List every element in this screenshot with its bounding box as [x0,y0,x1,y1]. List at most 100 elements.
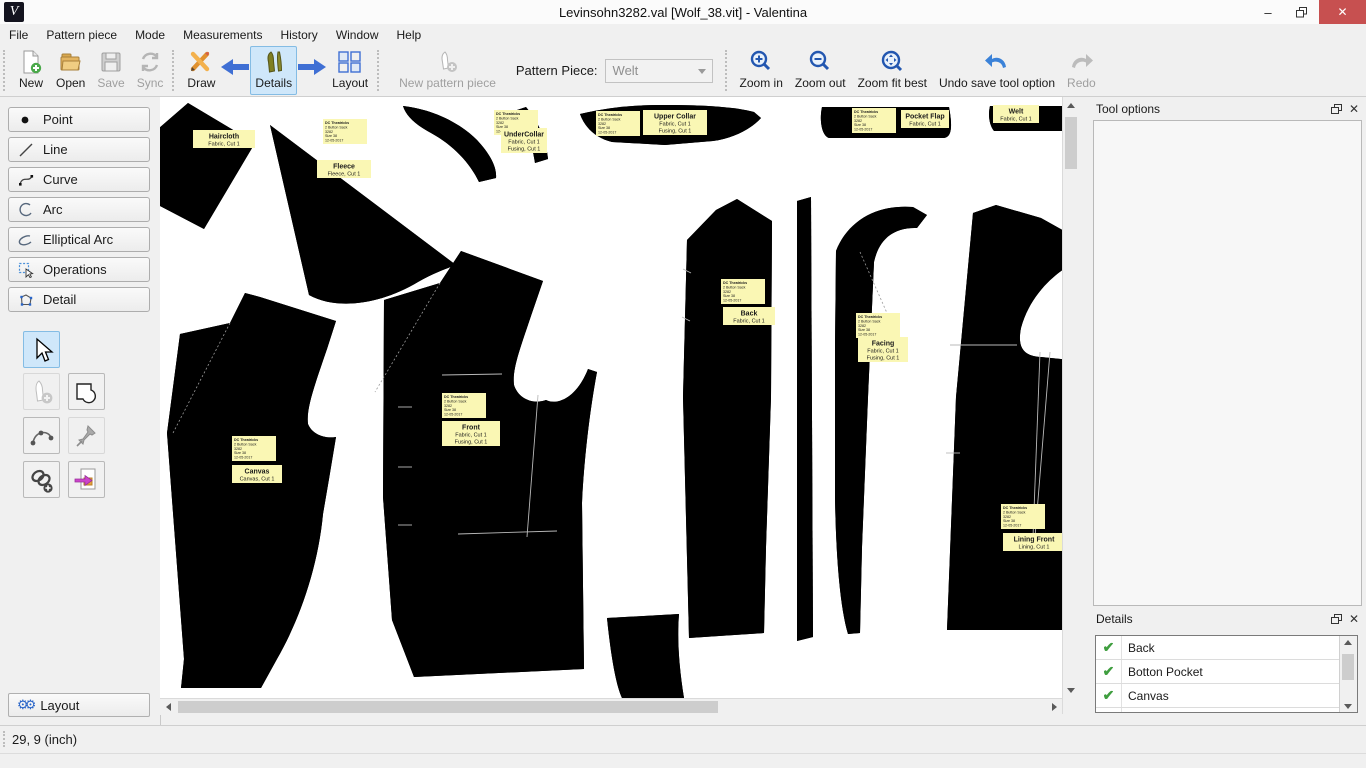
menu-pattern-piece[interactable]: Pattern piece [37,24,126,45]
minimize-button[interactable]: – [1251,0,1285,24]
close-button[interactable]: ✕ [1319,0,1366,24]
svg-text:Fabric, Cut 1: Fabric, Cut 1 [508,140,539,146]
undo-button[interactable]: Undo save tool option [934,46,1060,95]
save-button[interactable]: Save [92,46,129,95]
svg-text:3282: 3282 [723,290,731,294]
details-scroll-thumb[interactable] [1342,654,1354,680]
svg-text:Size 38: Size 38 [1003,519,1015,523]
menu-help[interactable]: Help [388,24,431,45]
scroll-left-arrow[interactable] [160,699,176,715]
new-pattern-piece-icon [435,49,461,75]
menu-history[interactable]: History [271,24,326,45]
redo-button[interactable]: Redo [1062,46,1101,95]
add-detail-tool[interactable] [23,373,60,410]
menu-window[interactable]: Window [327,24,388,45]
pattern-piece-front[interactable] [383,251,597,677]
visibility-check-icon[interactable]: ✔ [1096,636,1122,659]
maximize-restore-button[interactable] [1285,0,1319,24]
sidebar-item-arc[interactable]: Arc [8,197,150,222]
canvas-horizontal-scrollbar[interactable] [160,698,1062,715]
toolbar-grip[interactable] [3,50,9,91]
layout-mode-button[interactable]: Layout [327,46,373,95]
pattern-piece-facing[interactable] [835,207,927,634]
svg-text:12-05-2017: 12-05-2017 [598,131,616,135]
insert-nodes-tool[interactable] [23,461,60,498]
svg-text:UnderCollar: UnderCollar [504,132,544,139]
svg-text:2 Button Sack: 2 Button Sack [1003,510,1026,514]
scroll-down-arrow[interactable] [1340,699,1356,713]
pattern-canvas-svg[interactable]: HairclothFabric, Cut 1DC Theatricks2 But… [160,97,1062,698]
menu-file[interactable]: File [0,24,37,45]
pattern-piece-combo[interactable]: Welt [605,59,713,83]
new-document-icon [18,49,44,75]
curve-path-tool[interactable] [23,417,60,454]
vertical-scroll-thumb[interactable] [1065,117,1077,169]
horizontal-scroll-thumb[interactable] [178,701,718,713]
arrow-pointer-tool[interactable] [23,331,60,368]
visibility-check-icon[interactable]: ✔ [1096,684,1122,707]
details-mode-button[interactable]: Details [250,46,297,95]
draw-mode-button[interactable]: Draw [182,46,220,95]
details-list-item[interactable]: ✔Facing [1096,708,1357,713]
canvas-vertical-scrollbar[interactable] [1062,97,1079,714]
details-list-item[interactable]: ✔Back [1096,636,1357,660]
sidebar-item-detail[interactable]: Detail [8,287,150,312]
zoom-fit-best-button[interactable]: Zoom fit best [853,46,932,95]
menu-measurements[interactable]: Measurements [174,24,271,45]
scroll-up-arrow[interactable] [1340,635,1356,649]
new-pattern-piece-button[interactable]: New pattern piece [394,46,501,95]
maximize-restore-icon [1296,7,1308,18]
pattern-piece-back[interactable] [683,199,772,638]
svg-text:Fabric, Cut 1: Fabric, Cut 1 [909,122,940,128]
zoom-in-button[interactable]: Zoom in [735,46,788,95]
svg-text:2 Button Sack: 2 Button Sack [234,442,257,446]
valentina-window: V Levinsohn3282.val [Wolf_38.vit] - Vale… [0,0,1366,768]
union-details-tool[interactable] [68,373,105,410]
details-list-scrollbar[interactable] [1339,636,1357,712]
scroll-right-arrow[interactable] [1046,699,1062,715]
sidebar-item-operations[interactable]: Operations [8,257,150,282]
svg-text:3282: 3282 [1003,515,1011,519]
visibility-check-icon[interactable]: ✔ [1096,708,1122,713]
zoom-out-button[interactable]: Zoom out [790,46,851,95]
details-list-item[interactable]: ✔Botton Pocket [1096,660,1357,684]
export-details-tool[interactable] [68,461,105,498]
sidebar-item-point[interactable]: Point [8,107,150,132]
sidebar-item-curve[interactable]: Curve [8,167,150,192]
scroll-down-arrow[interactable] [1063,682,1079,698]
sync-button[interactable]: Sync [132,46,169,95]
sidebar-item-line[interactable]: Line [8,137,150,162]
sidebar-item-elliptical-arc[interactable]: Elliptical Arc [8,227,150,252]
open-folder-icon [58,49,84,75]
visibility-check-icon[interactable]: ✔ [1096,660,1122,683]
arrow-left-icon [221,58,249,76]
pattern-piece-fleece[interactable] [270,125,456,304]
detail-icon [18,292,34,308]
menu-mode[interactable]: Mode [126,24,174,45]
new-button[interactable]: New [13,46,49,95]
details-list-item[interactable]: ✔Canvas [1096,684,1357,708]
layout-pages-button[interactable]: ⚙⚙ Layout [8,693,150,717]
open-button[interactable]: Open [51,46,90,95]
close-panel-button[interactable]: ✕ [1349,102,1359,116]
details-list[interactable]: ✔Back✔Botton Pocket✔Canvas✔Facing [1095,635,1358,713]
float-panel-button[interactable] [1331,614,1342,624]
float-panel-button[interactable] [1331,104,1342,114]
toolbar-grip[interactable] [377,50,383,91]
drawing-canvas[interactable]: HairclothFabric, Cut 1DC Theatricks2 But… [160,97,1078,714]
pattern-piece-undercollar[interactable] [403,106,496,182]
scroll-up-arrow[interactable] [1063,97,1079,113]
statusbar-grip [3,731,5,747]
close-panel-button[interactable]: ✕ [1349,612,1359,626]
pattern-piece-side-strip[interactable] [797,197,813,641]
pattern-piece-clipped[interactable] [607,614,684,698]
toolbar-grip[interactable] [172,50,178,91]
svg-text:Canvas: Canvas [245,469,270,476]
svg-text:2 Button Sack: 2 Button Sack [496,116,519,120]
pin-tool[interactable] [68,417,105,454]
svg-text:Upper Collar: Upper Collar [654,114,696,121]
piece-name: Canvas [1122,689,1169,703]
status-bar: 29, 9 (inch) [0,725,1366,768]
pattern-piece-canvas[interactable] [167,293,336,688]
toolbar-grip[interactable] [725,50,731,91]
